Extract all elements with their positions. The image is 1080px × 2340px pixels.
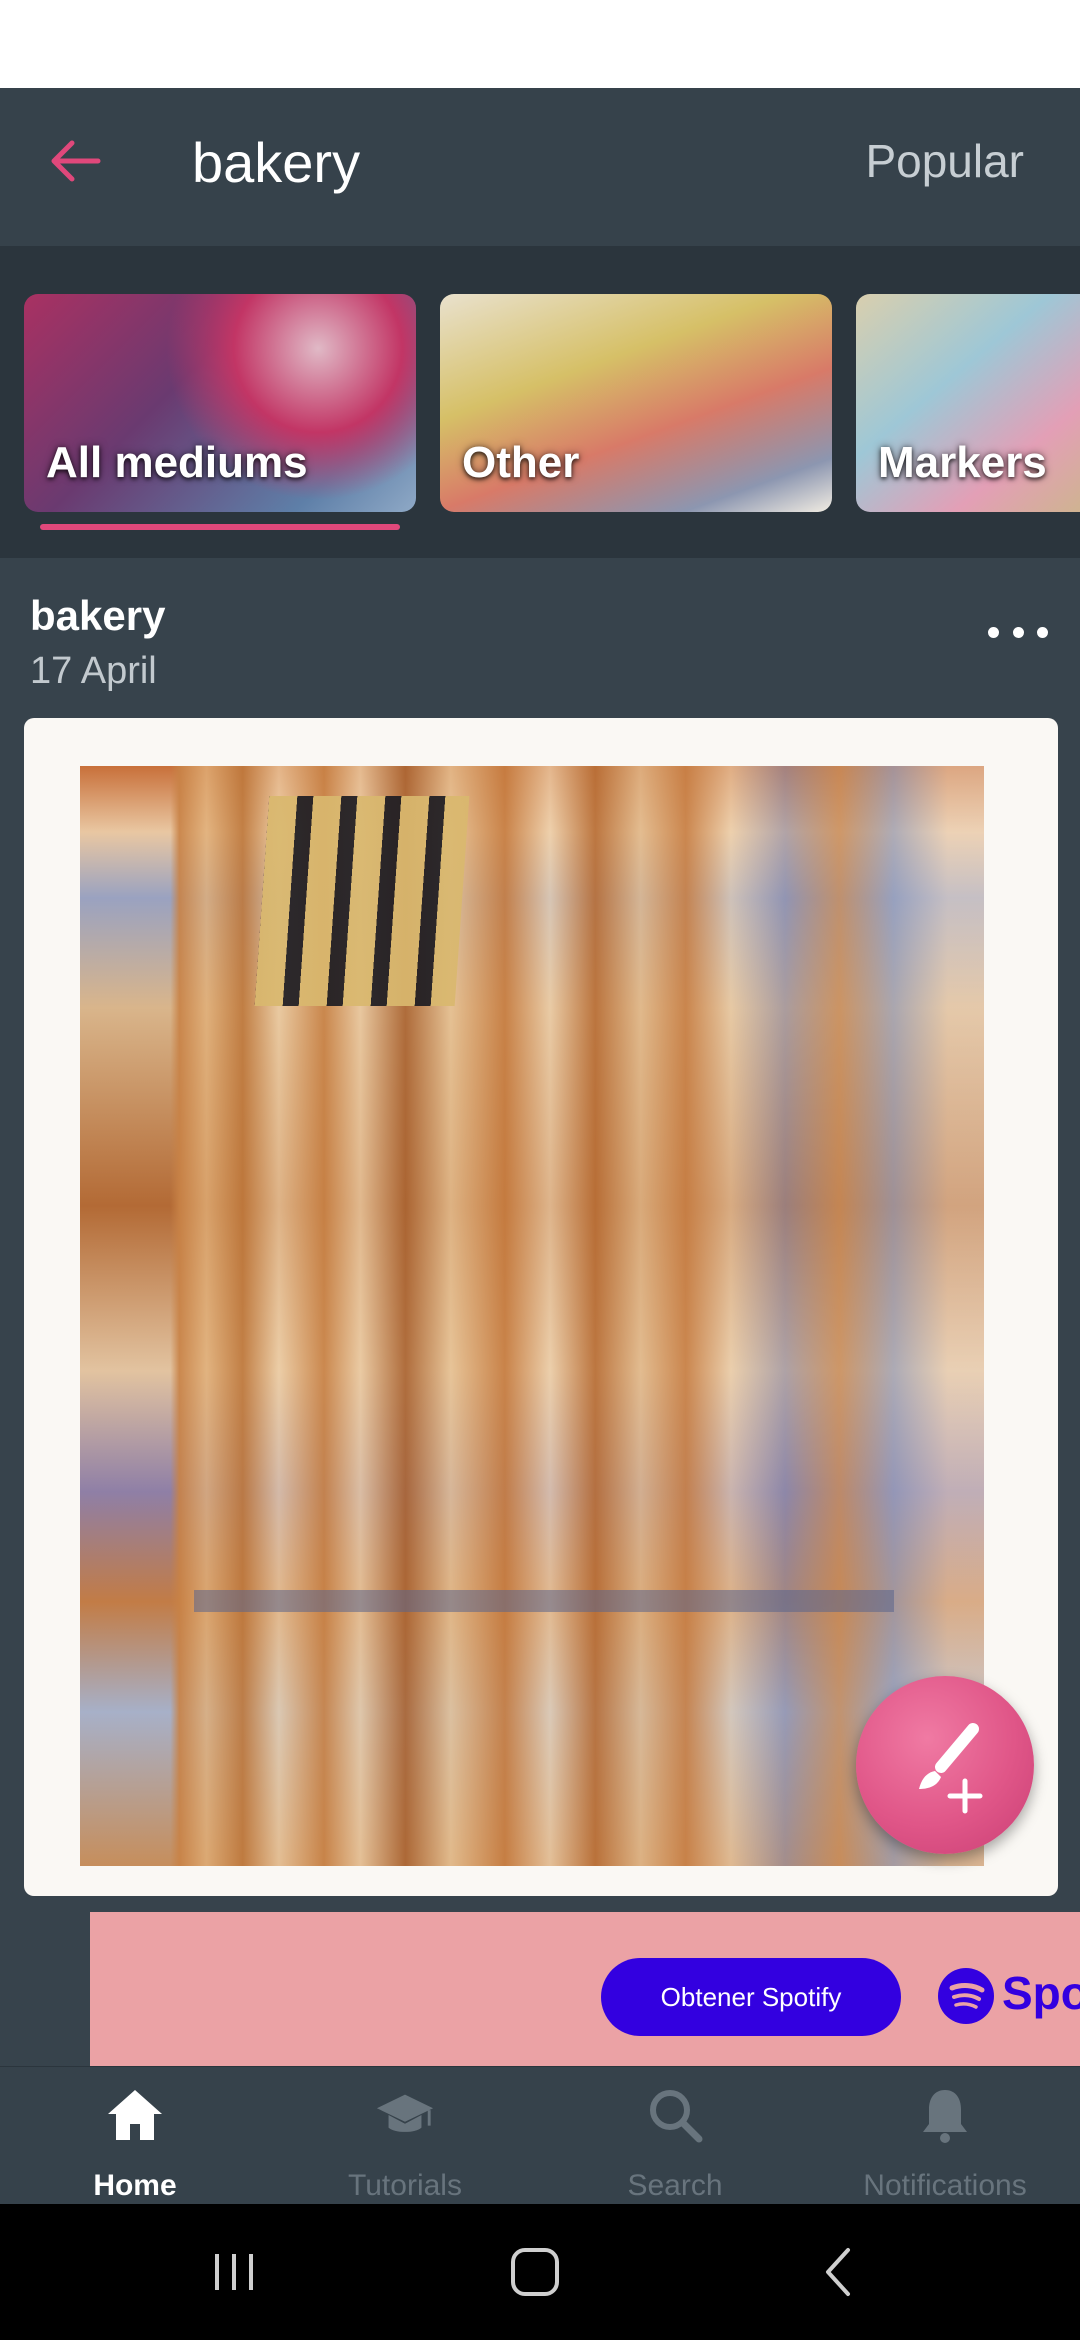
sort-dropdown[interactable]: Popular xyxy=(865,134,1024,188)
brush-plus-icon xyxy=(919,1723,983,1814)
status-bar xyxy=(0,0,1080,88)
search-icon xyxy=(645,2085,705,2145)
graduation-cap-icon xyxy=(375,2085,435,2145)
medium-card-markers[interactable]: Markers xyxy=(856,294,1080,512)
nav-item-search[interactable]: Search xyxy=(540,2067,810,2205)
nav-label: Search xyxy=(627,2169,723,2202)
medium-card-label: Markers xyxy=(878,438,1047,487)
home-icon xyxy=(105,2085,165,2145)
ad-banner[interactable]: Obtener Spotify Spotify xyxy=(90,1912,1080,2066)
dot-icon xyxy=(988,626,999,638)
back-button[interactable] xyxy=(40,126,110,196)
nav-label: Notifications xyxy=(863,2169,1027,2202)
nav-label: Home xyxy=(93,2169,177,2202)
search-query[interactable]: bakery xyxy=(192,130,360,195)
chevron-left-icon xyxy=(826,2248,850,2296)
recent-apps-icon xyxy=(215,2254,253,2290)
dot-icon xyxy=(1037,626,1048,638)
bell-icon xyxy=(915,2085,975,2145)
nav-item-notifications[interactable]: Notifications xyxy=(810,2067,1080,2205)
more-options-button[interactable] xyxy=(988,620,1048,644)
nav-item-tutorials[interactable]: Tutorials xyxy=(270,2067,540,2205)
medium-card-label: All mediums xyxy=(46,438,308,487)
ad-brand-name: Spotify xyxy=(1002,1967,1080,2019)
home-system-button[interactable] xyxy=(495,2242,575,2302)
watercolor-painting xyxy=(80,766,984,1866)
shelf-detail xyxy=(194,1590,894,1612)
top-app-bar: bakery Popular xyxy=(0,88,1080,246)
post-date: 17 April xyxy=(30,650,157,692)
system-navigation-bar xyxy=(0,2204,1080,2340)
medium-card-label: Other xyxy=(462,438,580,487)
bottom-navigation: Home Tutorials Search Notifications xyxy=(0,2066,1080,2205)
selected-tab-indicator xyxy=(40,524,400,530)
dot-icon xyxy=(1012,626,1024,638)
striped-awning-detail xyxy=(254,796,470,1006)
back-system-button[interactable] xyxy=(798,2242,878,2302)
home-square-icon xyxy=(511,2248,559,2296)
mediums-filter-strip: All mediums Other Markers xyxy=(0,246,1080,558)
medium-card-other[interactable]: Other xyxy=(440,294,832,512)
medium-card-all-mediums[interactable]: All mediums xyxy=(24,294,416,512)
nav-label: Tutorials xyxy=(348,2169,462,2202)
ad-cta-button[interactable]: Obtener Spotify xyxy=(601,1958,901,2036)
nav-item-home[interactable]: Home xyxy=(0,2067,270,2205)
spotify-logo-icon xyxy=(938,1968,994,2024)
post-title: bakery xyxy=(30,592,166,639)
arrow-left-icon xyxy=(51,140,101,182)
recent-apps-button[interactable] xyxy=(194,2242,274,2302)
create-drawing-fab[interactable] xyxy=(856,1676,1034,1854)
